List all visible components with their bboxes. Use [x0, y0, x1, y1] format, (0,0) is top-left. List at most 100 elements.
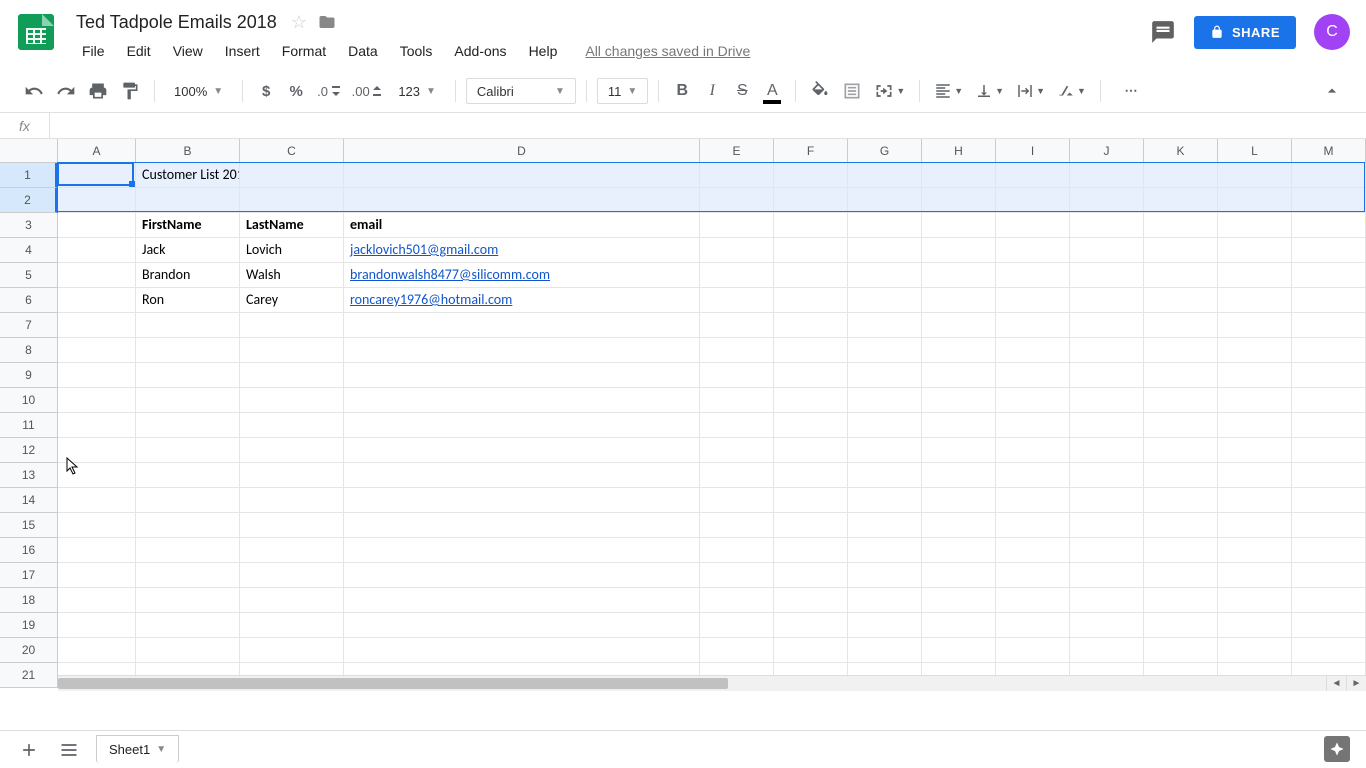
cell[interactable] — [58, 588, 136, 613]
cell[interactable] — [996, 388, 1070, 413]
column-header[interactable]: E — [700, 139, 774, 162]
row-header[interactable]: 7 — [0, 313, 57, 338]
row-header[interactable]: 6 — [0, 288, 57, 313]
cell[interactable] — [922, 638, 996, 663]
cell[interactable] — [1218, 313, 1292, 338]
font-size-combo[interactable]: 11▼ — [597, 78, 648, 104]
cell[interactable] — [700, 363, 774, 388]
cell[interactable] — [1218, 288, 1292, 313]
cell[interactable] — [774, 588, 848, 613]
cell[interactable] — [240, 488, 344, 513]
cell[interactable] — [344, 488, 700, 513]
cell[interactable] — [1070, 288, 1144, 313]
cell[interactable] — [922, 588, 996, 613]
cell[interactable] — [996, 488, 1070, 513]
cell[interactable] — [996, 213, 1070, 238]
cell[interactable] — [848, 238, 922, 263]
cell[interactable] — [1070, 588, 1144, 613]
row-header[interactable]: 12 — [0, 438, 57, 463]
cell[interactable] — [922, 413, 996, 438]
print-icon[interactable] — [84, 76, 112, 106]
explore-icon[interactable] — [1324, 736, 1350, 762]
cell[interactable] — [1292, 213, 1366, 238]
row-header[interactable]: 2 — [0, 188, 58, 213]
cell[interactable]: email — [344, 213, 700, 238]
cell[interactable]: Lovich — [240, 238, 344, 263]
cell[interactable] — [848, 213, 922, 238]
cell[interactable]: LastName — [240, 213, 344, 238]
cell[interactable] — [1070, 413, 1144, 438]
cell[interactable] — [1144, 363, 1218, 388]
cell[interactable] — [996, 638, 1070, 663]
row-header[interactable]: 14 — [0, 488, 57, 513]
column-header[interactable]: H — [922, 139, 996, 162]
cell[interactable] — [1070, 463, 1144, 488]
cell[interactable] — [1218, 463, 1292, 488]
rotate-icon[interactable]: ▼ — [1053, 76, 1090, 106]
cell[interactable] — [700, 263, 774, 288]
cell[interactable] — [136, 613, 240, 638]
cell[interactable] — [922, 163, 996, 188]
cell[interactable] — [1070, 538, 1144, 563]
cell[interactable] — [700, 238, 774, 263]
cell[interactable] — [996, 238, 1070, 263]
cell[interactable] — [774, 313, 848, 338]
cell[interactable] — [1292, 638, 1366, 663]
percent-icon[interactable]: % — [283, 76, 309, 106]
cell[interactable] — [1292, 313, 1366, 338]
strikethrough-icon[interactable]: S — [729, 76, 755, 106]
cell[interactable] — [922, 488, 996, 513]
cell[interactable] — [848, 588, 922, 613]
cell[interactable] — [58, 238, 136, 263]
cell[interactable] — [136, 513, 240, 538]
cell[interactable] — [1292, 463, 1366, 488]
cell[interactable] — [922, 338, 996, 363]
cell[interactable] — [922, 363, 996, 388]
cell[interactable] — [922, 313, 996, 338]
cell[interactable] — [58, 513, 136, 538]
cell[interactable] — [1218, 613, 1292, 638]
cell[interactable] — [848, 613, 922, 638]
cell[interactable] — [58, 188, 136, 213]
column-header[interactable]: C — [240, 139, 344, 162]
cell[interactable] — [136, 313, 240, 338]
cell[interactable] — [1218, 388, 1292, 413]
cell[interactable]: Brandon — [136, 263, 240, 288]
cell[interactable] — [240, 188, 344, 213]
cell[interactable] — [996, 438, 1070, 463]
cell[interactable] — [58, 563, 136, 588]
cell[interactable] — [344, 188, 700, 213]
cell[interactable] — [848, 388, 922, 413]
cell[interactable] — [1292, 438, 1366, 463]
cell[interactable] — [996, 413, 1070, 438]
cell[interactable] — [58, 363, 136, 388]
cell[interactable] — [1218, 163, 1292, 188]
cell[interactable] — [774, 263, 848, 288]
cell[interactable] — [1218, 563, 1292, 588]
cell[interactable] — [848, 513, 922, 538]
all-sheets-icon[interactable] — [56, 737, 82, 763]
cell[interactable] — [1144, 588, 1218, 613]
cell[interactable] — [1218, 413, 1292, 438]
cell[interactable] — [848, 538, 922, 563]
cell[interactable] — [344, 313, 700, 338]
cell[interactable] — [58, 538, 136, 563]
cell[interactable] — [848, 488, 922, 513]
cell[interactable] — [774, 488, 848, 513]
cell[interactable] — [240, 338, 344, 363]
cell[interactable] — [1292, 288, 1366, 313]
cell[interactable] — [136, 363, 240, 388]
column-header[interactable]: L — [1218, 139, 1292, 162]
cell[interactable] — [1144, 238, 1218, 263]
row-header[interactable]: 13 — [0, 463, 57, 488]
cell[interactable] — [1070, 388, 1144, 413]
cell[interactable] — [922, 238, 996, 263]
row-header[interactable]: 3 — [0, 213, 57, 238]
cell[interactable] — [996, 363, 1070, 388]
borders-icon[interactable] — [838, 76, 866, 106]
cell[interactable] — [58, 413, 136, 438]
cell[interactable] — [1292, 188, 1366, 213]
cell[interactable] — [240, 438, 344, 463]
cell[interactable] — [344, 638, 700, 663]
cell[interactable] — [240, 363, 344, 388]
